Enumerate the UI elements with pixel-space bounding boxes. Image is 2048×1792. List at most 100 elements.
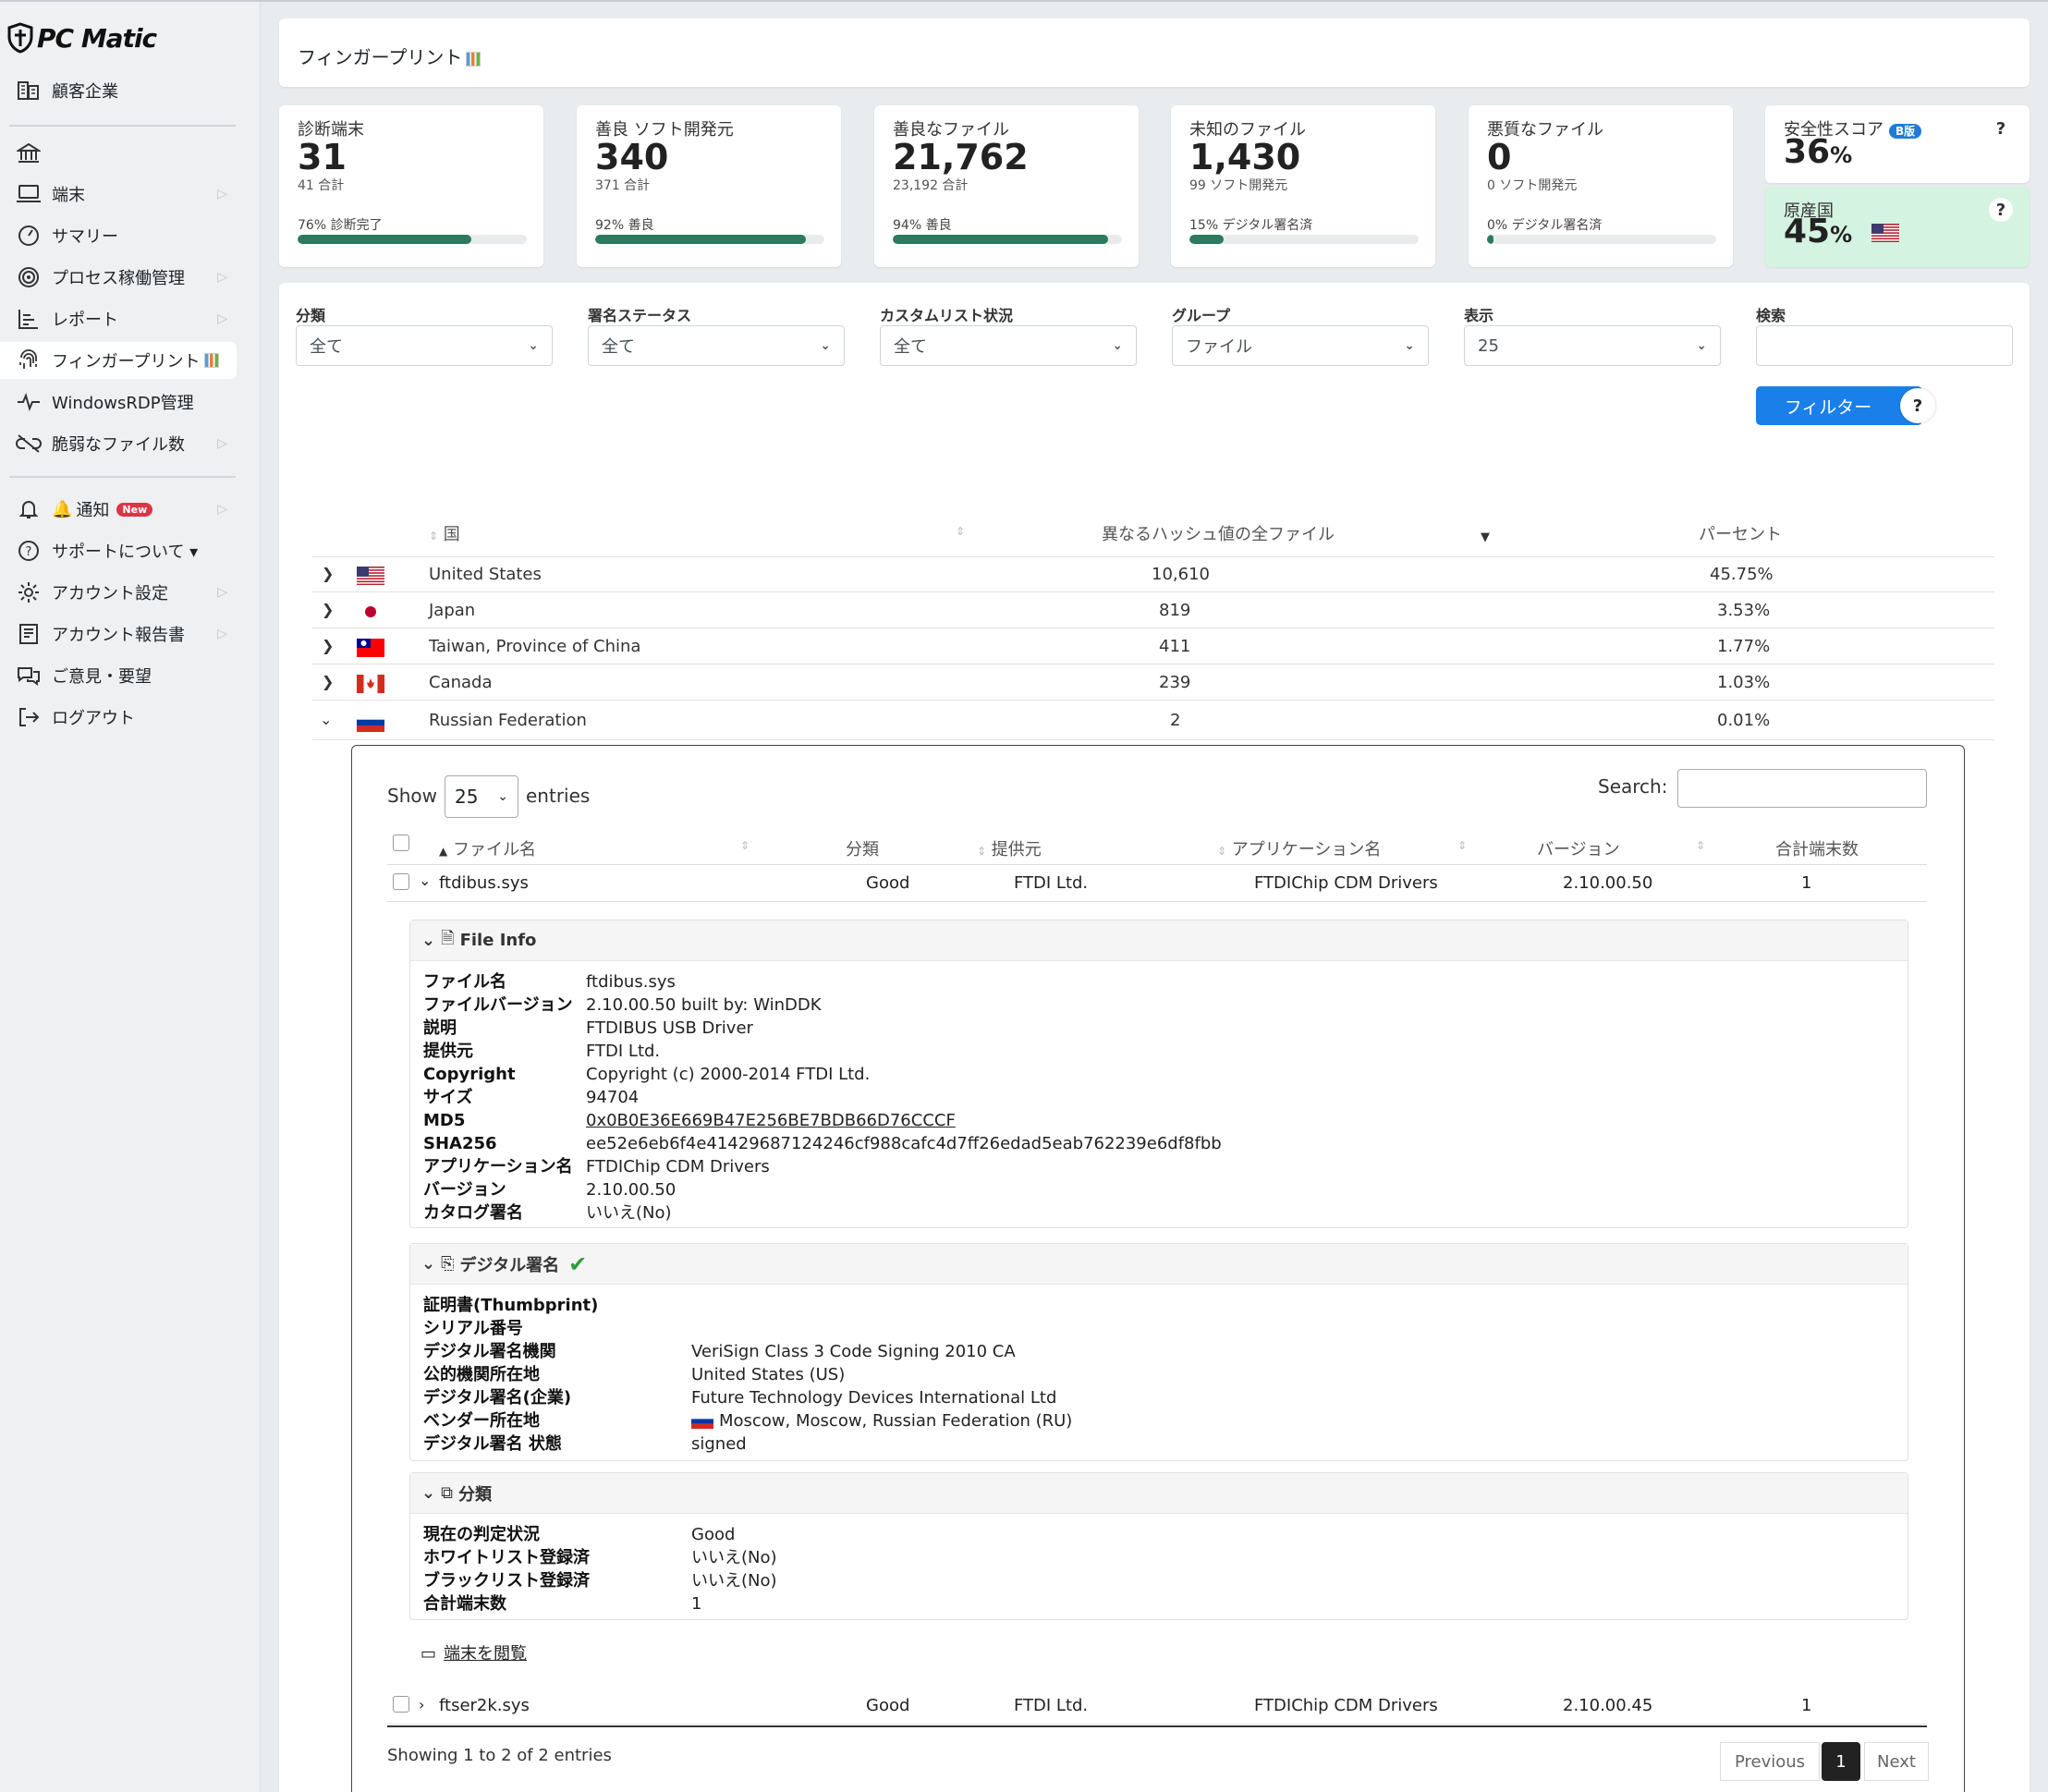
select-value: 25 bbox=[1478, 335, 1499, 356]
bank-icon bbox=[15, 140, 43, 166]
chat-icon bbox=[15, 663, 43, 689]
sidebar-item-account-report[interactable]: アカウント報告書 ▷ bbox=[0, 616, 237, 652]
column-header-country[interactable]: ⇕ 国 bbox=[429, 521, 460, 545]
header-label: 国 bbox=[443, 525, 460, 544]
file-info-header[interactable]: ⌄ 🗎 File Info bbox=[410, 920, 1908, 961]
help-button[interactable]: ? bbox=[1989, 116, 2013, 140]
column-header-percent[interactable]: パーセント bbox=[1699, 521, 1782, 545]
file-category: Good bbox=[866, 1696, 910, 1715]
sort-desc-icon[interactable]: ▼ bbox=[1481, 530, 1490, 544]
sidebar-item-rdp[interactable]: WindowsRDP管理 bbox=[0, 384, 237, 421]
sidebar-item-fingerprint[interactable]: フィンガープリント bbox=[0, 342, 237, 379]
sidebar-item-customers[interactable]: 顧客企業 bbox=[0, 72, 237, 109]
pc-matic-logo[interactable]: PC Matic bbox=[7, 15, 157, 61]
column-header-files[interactable]: 異なるハッシュ値の全ファイル bbox=[1102, 521, 1335, 545]
filter-category-select[interactable]: 全て ⌄ bbox=[296, 325, 553, 366]
chevron-right-icon[interactable]: › bbox=[419, 1696, 424, 1713]
sort-icon[interactable]: ⇕ bbox=[956, 525, 965, 538]
country-row[interactable]: ❯ Japan 819 3.53% bbox=[312, 593, 1994, 628]
bar-chart-icon bbox=[466, 51, 482, 67]
column-header-app[interactable]: ⇕ アプリケーション名 bbox=[1217, 836, 1381, 860]
sidebar-item-vulnerable[interactable]: 脆弱なファイル数 ▷ bbox=[0, 425, 237, 462]
sidebar-item-label: 顧客企業 bbox=[52, 82, 118, 102]
country-row[interactable]: ❯ Taiwan, Province of China 411 1.77% bbox=[312, 629, 1994, 664]
progress-bar bbox=[1487, 235, 1716, 244]
sidebar-item-bank[interactable] bbox=[0, 135, 237, 172]
select-value: 全て bbox=[894, 337, 927, 357]
filter-display-select[interactable]: 25 ⌄ bbox=[1464, 325, 1721, 366]
sidebar-item-summary[interactable]: サマリー bbox=[0, 217, 237, 254]
chevron-right-icon[interactable]: ❯ bbox=[322, 601, 334, 618]
country-row[interactable]: ❯ Canada 239 1.03% bbox=[312, 665, 1994, 701]
chevron-right-icon[interactable]: ❯ bbox=[322, 637, 334, 654]
entries-select[interactable]: 25 ⌄ bbox=[445, 775, 518, 818]
sidebar-item-process[interactable]: プロセス稼働管理 ▷ bbox=[0, 259, 237, 296]
filter-custom-list-select[interactable]: 全て ⌄ bbox=[880, 325, 1137, 366]
progress-bar bbox=[1189, 235, 1419, 244]
field-value: Future Technology Devices International … bbox=[691, 1388, 1057, 1408]
view-devices-link[interactable]: ▭ 端末を閲覧 bbox=[421, 1640, 527, 1664]
filter-display-label: 表示 bbox=[1464, 307, 1494, 324]
classification-header[interactable]: ⌄ ⧉ 分類 bbox=[410, 1473, 1908, 1514]
column-header-category[interactable]: 分類 bbox=[846, 836, 879, 860]
field-value: ftdibus.sys bbox=[586, 972, 676, 992]
chevron-down-icon[interactable]: ⌄ bbox=[320, 711, 332, 728]
field-key: デジタル署名機関 bbox=[423, 1342, 556, 1361]
file-vendor: FTDI Ltd. bbox=[1014, 1696, 1089, 1715]
md5-link[interactable]: 0x0B0E36E669B47E256BE7BDB66D76CCCF bbox=[586, 1109, 956, 1132]
filter-help-button[interactable]: ? bbox=[1900, 388, 1935, 423]
japan-flag-icon bbox=[357, 603, 384, 621]
file-row[interactable]: › ftser2k.sys Good FTDI Ltd. FTDIChip CD… bbox=[387, 1688, 1927, 1725]
pagination-next[interactable]: Next bbox=[1864, 1742, 1929, 1781]
sidebar-item-logout[interactable]: ログアウト bbox=[0, 699, 237, 736]
select-value: ファイル bbox=[1186, 337, 1252, 357]
column-header-version[interactable]: バージョン bbox=[1537, 836, 1620, 860]
column-header-vendor[interactable]: ⇕ 提供元 bbox=[977, 836, 1042, 860]
file-name: ftdibus.sys bbox=[439, 873, 529, 893]
select-all-checkbox[interactable] bbox=[393, 835, 409, 851]
digital-signature-header[interactable]: ⌄ ⎘ デジタル署名 ✔ bbox=[410, 1244, 1908, 1285]
sidebar-item-devices[interactable]: 端末 ▷ bbox=[0, 176, 237, 213]
file-total: 1 bbox=[1801, 873, 1812, 893]
sidebar-item-support[interactable]: ? サポートについて ▾ bbox=[0, 532, 237, 569]
sidebar-item-account-settings[interactable]: アカウント設定 ▷ bbox=[0, 574, 237, 611]
filter-search-input[interactable] bbox=[1756, 325, 2013, 366]
sidebar-item-feedback[interactable]: ご意見・要望 bbox=[0, 657, 237, 694]
logout-icon bbox=[15, 704, 43, 730]
filter-group-select[interactable]: ファイル ⌄ bbox=[1172, 325, 1429, 366]
field-value: FTDIChip CDM Drivers bbox=[586, 1157, 770, 1176]
filter-button[interactable]: フィルター bbox=[1756, 386, 1922, 425]
pagination-page-1[interactable]: 1 bbox=[1822, 1742, 1860, 1781]
chevron-right-icon[interactable]: ❯ bbox=[322, 565, 334, 582]
sort-icon[interactable]: ⇕ bbox=[1696, 839, 1705, 852]
row-checkbox[interactable] bbox=[393, 1696, 409, 1713]
help-button[interactable]: ? bbox=[1989, 198, 2013, 222]
country-percent: 1.03% bbox=[1717, 673, 1771, 692]
score-value: 36% bbox=[1784, 133, 1852, 171]
file-row-expanded[interactable]: ⌄ ftdibus.sys Good FTDI Ltd. FTDIChip CD… bbox=[387, 865, 1927, 902]
sort-icon[interactable]: ⇕ bbox=[740, 839, 750, 852]
sidebar: PC Matic 顧客企業 端末 ▷ サマリー プロセス稼働管理 ▷ レポート … bbox=[0, 2, 261, 1792]
progress-fill bbox=[1189, 235, 1225, 244]
filter-search-label: 検索 bbox=[1756, 307, 1786, 324]
stat-progress-label: 76% 診断完了 bbox=[298, 218, 383, 233]
country-row[interactable]: ❯ United States 10,610 45.75% bbox=[312, 557, 1994, 592]
select-value: 全て bbox=[602, 337, 635, 357]
sidebar-item-notifications[interactable]: 🔔 通知 New ▷ bbox=[0, 491, 237, 528]
stat-progress-label: 15% デジタル署名済 bbox=[1189, 218, 1313, 233]
table-search-input[interactable] bbox=[1677, 769, 1927, 808]
pagination-previous[interactable]: Previous bbox=[1720, 1742, 1820, 1781]
field-value: 94704 bbox=[586, 1088, 640, 1107]
chevron-right-icon[interactable]: ❯ bbox=[322, 673, 334, 690]
filter-signature-select[interactable]: 全て ⌄ bbox=[588, 325, 845, 366]
help-circle-icon: ? bbox=[15, 538, 43, 564]
row-checkbox[interactable] bbox=[393, 873, 409, 890]
column-header-filename[interactable]: ▲ ファイル名 bbox=[439, 836, 536, 860]
sort-icon[interactable]: ⇕ bbox=[1457, 839, 1467, 852]
chevron-down-icon[interactable]: ⌄ bbox=[419, 872, 431, 889]
beta-badge: B版 bbox=[1889, 123, 1922, 139]
country-row-expanded[interactable]: ⌄ Russian Federation 2 0.01% bbox=[312, 701, 1994, 740]
column-header-total[interactable]: 合計端末数 bbox=[1775, 836, 1859, 860]
score-number: 36 bbox=[1784, 133, 1831, 171]
sidebar-item-reports[interactable]: レポート ▷ bbox=[0, 300, 237, 337]
